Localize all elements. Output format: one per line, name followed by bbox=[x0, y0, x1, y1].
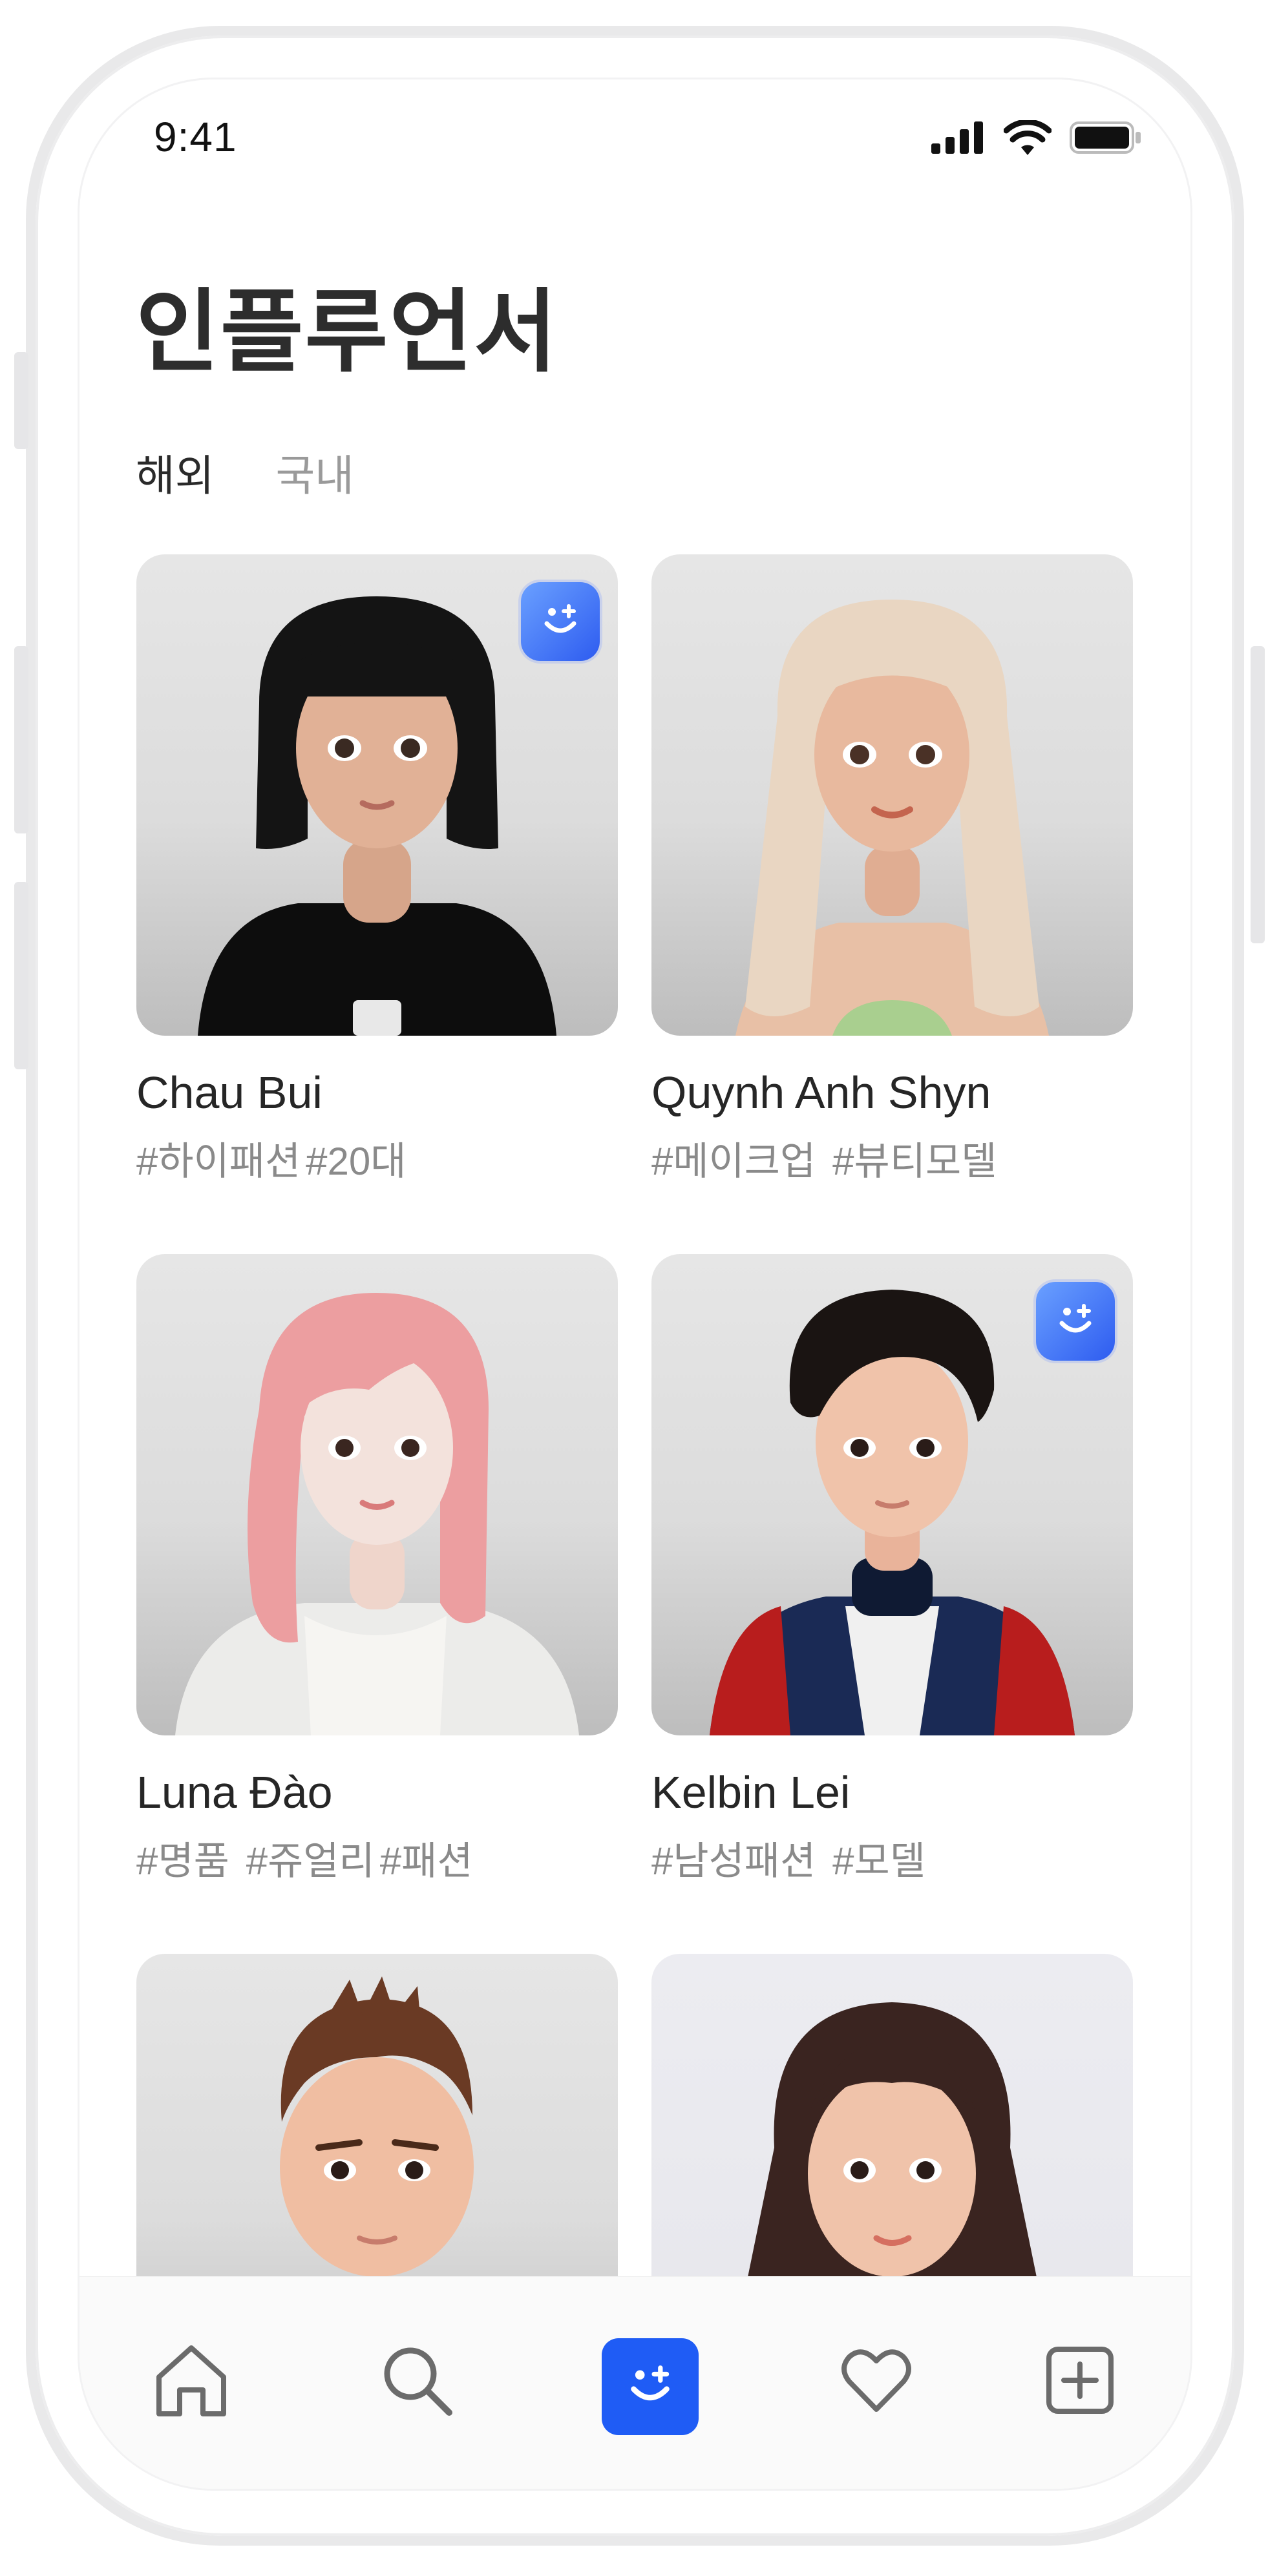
home-icon bbox=[156, 2345, 226, 2416]
smile-face-icon bbox=[544, 604, 576, 633]
tag[interactable]: #패션 bbox=[380, 1839, 473, 1883]
phone-screen: 9:41 인플루언서 해외 국내 Chau Bui #하이패션 #20대 Quy… bbox=[79, 79, 1190, 2489]
verified-zepeto-badge bbox=[1036, 1282, 1115, 1361]
tag[interactable]: #메이크업 bbox=[651, 1140, 816, 1183]
battery-icon bbox=[1070, 121, 1141, 154]
tag[interactable]: #20대 bbox=[306, 1140, 406, 1183]
influencer-card[interactable]: Kelbin Lei #남성패션 #모델 bbox=[651, 1254, 1133, 1886]
nav-zepeto[interactable] bbox=[602, 2338, 699, 2435]
nav-home[interactable] bbox=[146, 2335, 237, 2425]
tag[interactable]: #쥬얼리 bbox=[246, 1839, 375, 1883]
status-icons bbox=[931, 120, 1142, 155]
influencer-tags: #메이크업 #뷰티모델 bbox=[651, 1130, 1133, 1186]
add-icon bbox=[1046, 2347, 1114, 2414]
tag[interactable]: #남성패션 bbox=[651, 1839, 816, 1883]
side-button-power bbox=[1251, 646, 1265, 943]
search-icon bbox=[384, 2347, 452, 2416]
zepeto-face-icon bbox=[631, 2365, 670, 2401]
influencer-tags: #명품 #쥬얼리 #패션 bbox=[136, 1830, 618, 1886]
status-time: 9:41 bbox=[154, 114, 237, 160]
avatar-luna-dao-illustration bbox=[175, 1293, 579, 1735]
avatar-image[interactable] bbox=[136, 554, 618, 1036]
influencer-tags: #하이패션 #20대 bbox=[136, 1130, 618, 1186]
influencer-name: Chau Bui bbox=[136, 1067, 322, 1118]
tab-domestic[interactable]: 국내 bbox=[275, 441, 354, 503]
page-title: 인플루언서 bbox=[136, 281, 559, 382]
influencer-name: Luna Đào bbox=[136, 1767, 333, 1817]
influencer-card[interactable]: Chau Bui #하이패션 #20대 bbox=[136, 554, 618, 1186]
influencer-card[interactable]: Luna Đào #명품 #쥬얼리 #패션 bbox=[136, 1254, 618, 1886]
tab-overseas[interactable]: 해외 bbox=[136, 441, 214, 503]
nav-create[interactable] bbox=[1035, 2335, 1125, 2425]
tag[interactable]: #뷰티모델 bbox=[832, 1140, 997, 1183]
influencer-name: Quynh Anh Shyn bbox=[651, 1067, 991, 1118]
avatar-image[interactable] bbox=[651, 554, 1133, 1036]
influencer-name: Kelbin Lei bbox=[651, 1767, 851, 1817]
tag[interactable]: #명품 bbox=[136, 1839, 229, 1883]
wifi-icon bbox=[1004, 120, 1052, 155]
avatar-quynh-anh-shyn-illustration bbox=[735, 600, 1049, 1036]
bottom-navigation bbox=[79, 2276, 1190, 2489]
influencer-tags: #남성패션 #모델 bbox=[651, 1830, 1133, 1886]
region-tabs: 해외 국내 bbox=[136, 441, 354, 503]
avatar-image[interactable] bbox=[651, 1254, 1133, 1735]
smile-face-icon bbox=[1059, 1304, 1092, 1333]
side-button-mute bbox=[14, 352, 28, 449]
tag[interactable]: #하이패션 bbox=[136, 1140, 301, 1183]
heart-icon bbox=[841, 2349, 911, 2412]
tag[interactable]: #모델 bbox=[832, 1839, 925, 1883]
cellular-signal-icon bbox=[931, 121, 983, 154]
nav-search[interactable] bbox=[372, 2335, 462, 2425]
influencer-card[interactable]: Quynh Anh Shyn #메이크업 #뷰티모델 bbox=[651, 554, 1133, 1186]
verified-zepeto-badge bbox=[521, 582, 600, 661]
avatar-image[interactable] bbox=[136, 1254, 618, 1735]
side-button-volume-up bbox=[14, 646, 28, 833]
nav-favorites[interactable] bbox=[831, 2335, 922, 2425]
side-button-volume-down bbox=[14, 882, 28, 1069]
